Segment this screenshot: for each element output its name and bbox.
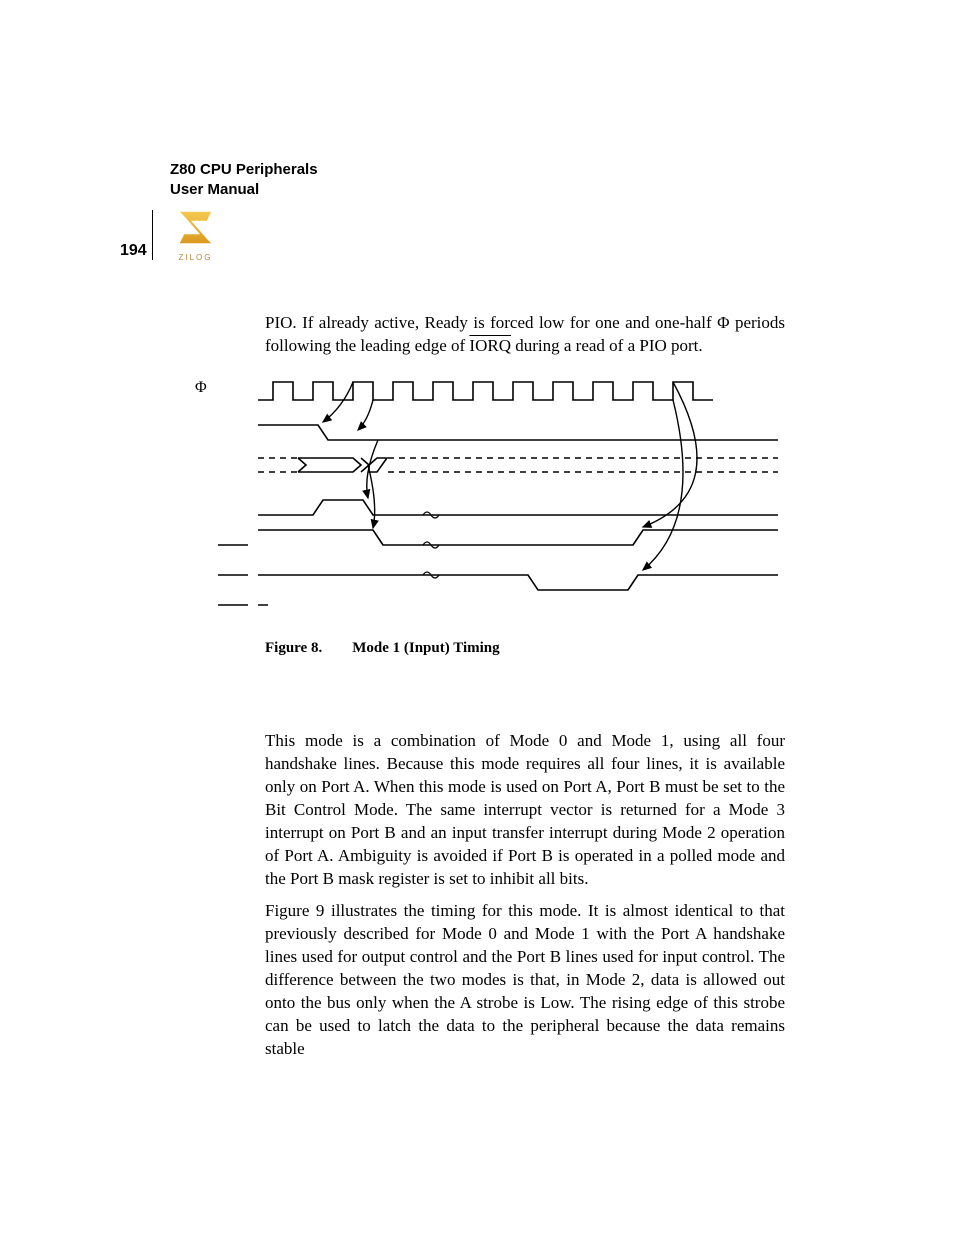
- logo-caption: ZILOG: [168, 253, 223, 262]
- figure-title: Mode 1 (Input) Timing: [352, 640, 499, 656]
- doc-title-line2: User Manual: [170, 180, 318, 200]
- iorq-signal: IORQ: [469, 336, 511, 355]
- figure-label: Figure 8.: [265, 640, 322, 656]
- doc-title-line1: Z80 CPU Peripherals: [170, 160, 318, 180]
- body-paragraph-2: Figure 9 illustrates the timing for this…: [265, 900, 785, 1061]
- page-number: 194: [120, 242, 147, 260]
- intro-paragraph: PIO. If already active, Ready is forced …: [265, 312, 785, 358]
- timing-diagram: [218, 370, 778, 620]
- figure-caption: Figure 8. Mode 1 (Input) Timing: [265, 640, 500, 657]
- zilog-logo: ZILOG: [168, 205, 223, 262]
- intro-text-2: during a read of a PIO port.: [511, 336, 703, 355]
- doc-header: Z80 CPU Peripherals User Manual: [170, 160, 318, 201]
- header-divider: [152, 210, 153, 260]
- body-paragraph-1: This mode is a combination of Mode 0 and…: [265, 730, 785, 891]
- logo-z-icon: [173, 205, 218, 250]
- page: Z80 CPU Peripherals User Manual 194 ZILO…: [0, 0, 954, 1235]
- phi-label: Φ: [195, 379, 207, 397]
